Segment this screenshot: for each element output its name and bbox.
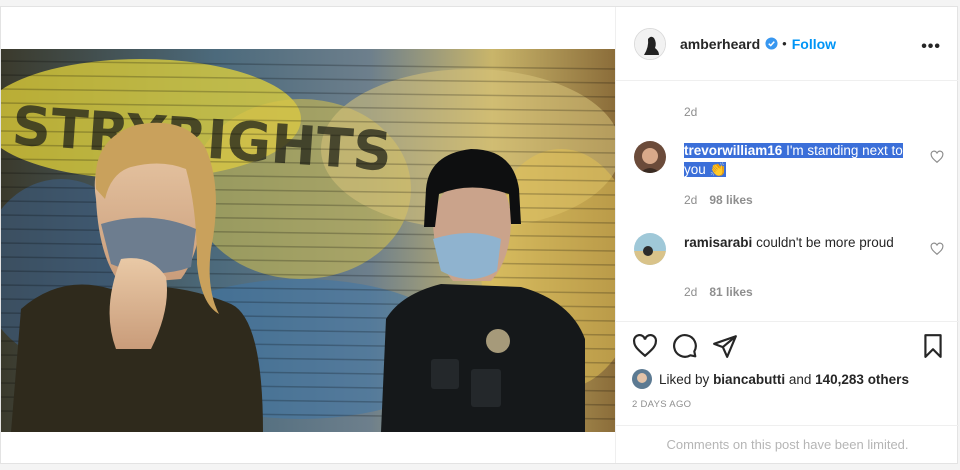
follow-button[interactable]: Follow xyxy=(792,36,836,52)
post-date[interactable]: 2 DAYS AGO xyxy=(632,399,691,410)
comment-meta: 2d 98 likes xyxy=(684,193,765,207)
post-actions xyxy=(616,321,959,369)
commenter-avatar[interactable] xyxy=(634,233,666,265)
post-card: STRYRIGHTS amberheard • Follow ••• 2d tr… xyxy=(0,6,959,464)
comment-text: trevorwilliam16 I'm standing next to you… xyxy=(684,141,916,179)
comments-limited-notice: Comments on this post have been limited. xyxy=(616,425,959,463)
liked-by-prefix: Liked by xyxy=(659,371,710,387)
comment-likes[interactable]: 98 likes xyxy=(709,193,752,207)
commenter-username[interactable]: ramisarabi xyxy=(684,235,752,250)
liked-by-user[interactable]: biancabutti xyxy=(713,372,785,387)
liked-by-count[interactable]: 140,283 others xyxy=(815,372,909,387)
comment-body: couldn't be more proud xyxy=(756,235,894,250)
caption-age: 2d xyxy=(684,105,698,119)
comment-meta: 2d 81 likes xyxy=(684,285,765,299)
separator-dot: • xyxy=(782,36,787,51)
comment-age: 2d xyxy=(684,193,698,207)
more-options-icon[interactable]: ••• xyxy=(921,38,941,56)
comment-icon[interactable] xyxy=(672,333,698,359)
liked-by-row: Liked by biancabutti and 140,283 others xyxy=(632,369,909,389)
share-icon[interactable] xyxy=(712,333,738,359)
liked-by-and: and xyxy=(788,371,812,387)
photo-pane: STRYRIGHTS xyxy=(1,7,615,463)
comments-section: 2d trevorwilliam16 I'm standing next to … xyxy=(616,81,959,321)
comment-age: 2d xyxy=(684,285,698,299)
comment-like-heart-icon[interactable] xyxy=(930,150,944,164)
commenter-avatar[interactable] xyxy=(634,141,666,173)
bookmark-icon[interactable] xyxy=(920,333,946,359)
verified-badge-icon xyxy=(765,37,778,50)
comment-text: ramisarabi couldn't be more proud xyxy=(684,233,916,252)
commenter-username[interactable]: trevorwilliam16 xyxy=(684,143,782,158)
liker-avatar[interactable] xyxy=(632,369,652,389)
post-photo[interactable]: STRYRIGHTS xyxy=(1,49,615,432)
author-avatar[interactable] xyxy=(634,27,666,60)
post-sidebar: amberheard • Follow ••• 2d trevorwilliam… xyxy=(615,7,959,463)
comment-likes[interactable]: 81 likes xyxy=(709,285,752,299)
post-header: amberheard • Follow ••• xyxy=(616,7,958,81)
heart-icon[interactable] xyxy=(632,333,658,359)
author-username[interactable]: amberheard xyxy=(680,36,760,52)
comment-like-heart-icon[interactable] xyxy=(930,242,944,256)
clapping-emoji: 👏 xyxy=(709,162,727,177)
